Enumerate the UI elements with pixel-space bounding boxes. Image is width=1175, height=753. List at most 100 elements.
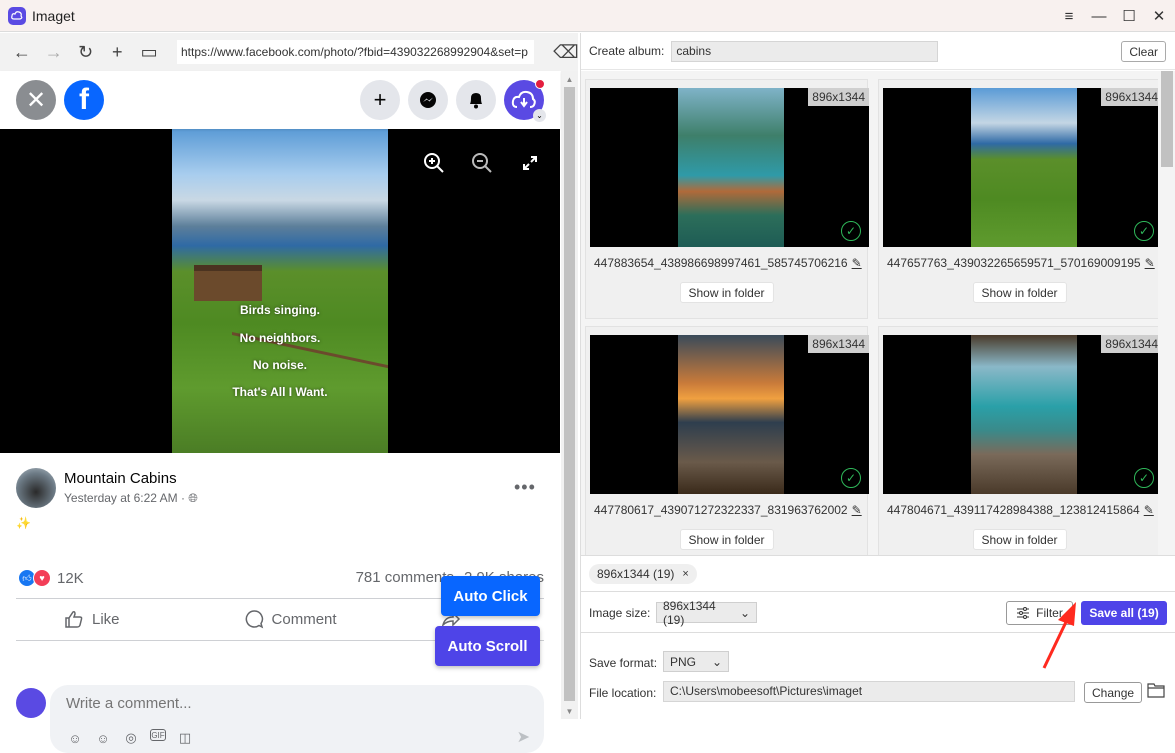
close-icon: ✕ <box>25 86 47 114</box>
back-icon[interactable]: ← <box>10 40 34 64</box>
image-size-select[interactable]: 896x1344 (19) ⌄ <box>656 599 757 627</box>
show-in-folder-button[interactable]: Show in folder <box>679 529 774 550</box>
image-card[interactable]: 896x1344 ✓ 447883654_438986698997461_585… <box>585 79 869 319</box>
emoji-icon[interactable]: ☺ <box>94 729 112 747</box>
send-icon[interactable]: ➤ <box>517 727 530 747</box>
scrollbar-thumb[interactable] <box>1161 71 1173 167</box>
image-card[interactable]: 896x1344 ✓ 447804671_439117428984388_123… <box>878 326 1159 555</box>
image-grid: 896x1344 ✓ 447883654_438986698997461_585… <box>581 71 1159 555</box>
comment-input[interactable] <box>66 695 366 712</box>
zoom-in-icon[interactable] <box>420 149 448 177</box>
new-tab-icon[interactable]: + <box>105 40 129 64</box>
image-dimensions: 896x1344 <box>1101 335 1159 353</box>
thumbnail-image <box>678 88 784 247</box>
filename-text: 447804671_439117428984388_123812415864 <box>887 503 1140 517</box>
selected-check-icon[interactable]: ✓ <box>1134 221 1154 241</box>
hamburger-icon[interactable]: ≡ <box>1061 8 1077 25</box>
clear-button[interactable]: Clear <box>1121 41 1166 62</box>
page-name[interactable]: Mountain Cabins <box>64 470 177 487</box>
auto-click-button[interactable]: Auto Click <box>441 576 540 616</box>
image-grid-scrollbar[interactable] <box>1158 71 1175 555</box>
album-name-input[interactable] <box>671 40 939 62</box>
zoom-out-icon[interactable] <box>468 149 496 177</box>
close-photo-button[interactable]: ✕ <box>16 80 56 120</box>
profile-button[interactable]: ⌄ <box>504 79 546 122</box>
facebook-header: ✕ f + ⌄ <box>0 71 560 129</box>
comment-icon <box>245 610 263 629</box>
forward-icon[interactable]: → <box>42 40 66 64</box>
facebook-logo-icon[interactable]: f <box>64 80 104 120</box>
minimize-icon[interactable]: — <box>1091 8 1107 25</box>
chevron-down-icon: ⌄ <box>533 109 546 122</box>
chevron-down-icon: ⌄ <box>711 654 722 669</box>
thumbnail-image <box>971 335 1077 494</box>
comment-button[interactable]: Comment <box>244 609 337 629</box>
post-timestamp[interactable]: Yesterday at 6:22 AM · <box>64 491 188 505</box>
save-format-value: PNG <box>670 654 697 669</box>
file-location-label: File location: <box>589 686 657 700</box>
reactions-summary[interactable]: 👍︎ ♥ 12K <box>18 569 84 587</box>
tab-window-icon[interactable]: ▭ <box>137 40 161 64</box>
selected-check-icon[interactable]: ✓ <box>1134 468 1154 488</box>
folder-icon[interactable] <box>1147 682 1165 698</box>
pencil-icon[interactable]: ✎ <box>1145 256 1155 270</box>
change-location-button[interactable]: Change <box>1084 682 1143 703</box>
commenter-avatar[interactable] <box>16 688 46 718</box>
more-options-button[interactable]: ••• <box>514 477 536 498</box>
image-dimensions: 896x1344 <box>808 88 869 106</box>
post-time: Yesterday at 6:22 AM · 🌐︎ <box>64 491 198 506</box>
avatar-sticker-icon[interactable]: ☺ <box>66 729 84 747</box>
fullscreen-icon[interactable] <box>516 149 544 177</box>
pencil-icon[interactable]: ✎ <box>852 256 862 270</box>
brush-icon[interactable]: ⌫ <box>553 40 578 64</box>
save-format-select[interactable]: PNG ⌄ <box>663 651 729 672</box>
camera-icon[interactable]: ◎ <box>122 729 140 747</box>
image-size-label: Image size: <box>589 606 651 620</box>
scroll-down-icon[interactable]: ▼ <box>561 703 578 719</box>
show-in-folder-button[interactable]: Show in folder <box>679 282 774 303</box>
pencil-icon[interactable]: ✎ <box>1144 503 1154 517</box>
selected-check-icon[interactable]: ✓ <box>841 468 861 488</box>
image-thumbnail[interactable]: 896x1344 ✓ <box>590 335 869 494</box>
scroll-up-icon[interactable]: ▲ <box>561 71 578 87</box>
file-location-input[interactable]: C:\Users\mobeesoft\Pictures\imaget <box>663 681 1075 702</box>
save-format-label: Save format: <box>589 656 658 670</box>
reload-icon[interactable]: ↻ <box>74 40 98 64</box>
remove-filter-icon[interactable]: × <box>682 568 688 580</box>
like-button[interactable]: Like <box>64 609 120 629</box>
fence-shape <box>232 331 388 427</box>
gif-icon[interactable]: GIF <box>150 729 166 741</box>
post-photo[interactable]: Birds singing. No neighbors. No noise. T… <box>172 129 388 453</box>
show-in-folder-button[interactable]: Show in folder <box>972 529 1067 550</box>
scrollbar-thumb[interactable] <box>564 87 575 701</box>
image-thumbnail[interactable]: 896x1344 ✓ <box>590 88 869 247</box>
close-icon[interactable]: ✕ <box>1151 8 1167 25</box>
image-card[interactable]: 896x1344 ✓ 447780617_439071272322337_831… <box>585 326 869 555</box>
selected-check-icon[interactable]: ✓ <box>841 221 861 241</box>
like-label: Like <box>92 610 120 628</box>
image-filename: 447883654_438986698997461_585745706216 ✎ <box>594 256 862 270</box>
photo-caption-line: Birds singing. <box>239 303 320 317</box>
url-bar[interactable]: https://www.facebook.com/photo/?fbid=439… <box>176 40 534 64</box>
create-button[interactable]: + <box>360 80 400 120</box>
thumbnail-image <box>678 335 784 494</box>
image-card[interactable]: 896x1344 ✓ 447657763_439032265659571_570… <box>878 79 1159 319</box>
red-arrow-annotation <box>1042 602 1076 669</box>
comments-count[interactable]: 781 comments <box>356 569 454 586</box>
pencil-icon[interactable]: ✎ <box>852 503 862 517</box>
auto-scroll-button[interactable]: Auto Scroll <box>435 626 540 666</box>
messenger-button[interactable] <box>408 80 448 120</box>
image-thumbnail[interactable]: 896x1344 ✓ <box>883 88 1159 247</box>
save-options: Save format: PNG ⌄ File location: C:\Use… <box>581 634 1175 719</box>
save-all-button[interactable]: Save all (19) <box>1081 601 1167 625</box>
size-filter-chip[interactable]: 896x1344 (19) × <box>589 564 697 584</box>
browser-scrollbar[interactable]: ▲ ▼ <box>561 71 578 719</box>
sticker-icon[interactable]: ◫ <box>176 729 194 747</box>
notifications-button[interactable] <box>456 80 496 120</box>
image-thumbnail[interactable]: 896x1344 ✓ <box>883 335 1159 494</box>
active-filters: 896x1344 (19) × <box>581 555 1175 592</box>
show-in-folder-button[interactable]: Show in folder <box>972 282 1067 303</box>
page-avatar[interactable] <box>16 468 56 508</box>
image-filename: 447657763_439032265659571_570169009195 ✎ <box>887 256 1155 270</box>
maximize-icon[interactable]: ☐ <box>1121 8 1137 25</box>
